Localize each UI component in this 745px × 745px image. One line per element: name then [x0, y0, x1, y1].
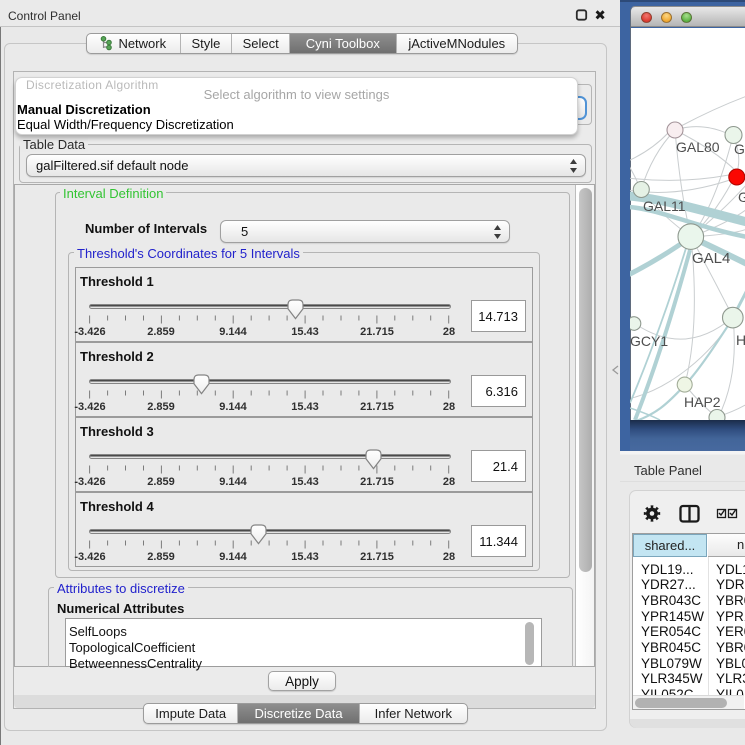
svg-text:GAL80: GAL80 — [676, 139, 720, 155]
svg-text:GAL11: GAL11 — [643, 198, 686, 214]
svg-text:HE: HE — [736, 332, 745, 348]
svg-text:G: G — [738, 189, 745, 205]
svg-text:GCY1: GCY1 — [630, 333, 668, 349]
svg-text:GA: GA — [734, 141, 745, 157]
svg-text:GAL4: GAL4 — [692, 250, 730, 267]
svg-text:HAP2: HAP2 — [684, 394, 721, 410]
